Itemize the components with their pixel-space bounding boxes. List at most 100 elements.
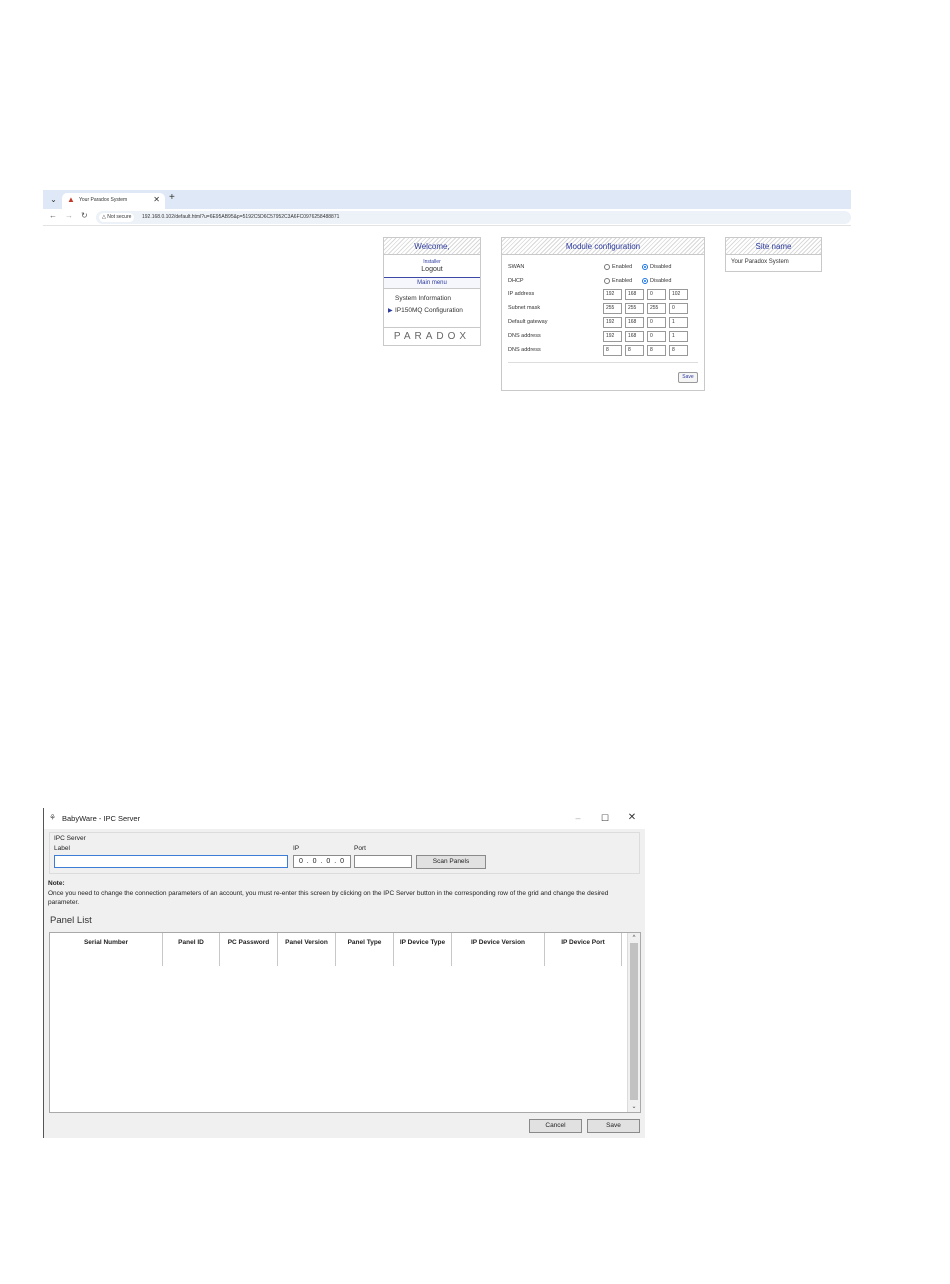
dns-address-label: DNS address bbox=[508, 333, 541, 339]
tab-title: Your Paradox System bbox=[79, 197, 128, 203]
column-header-panel-type[interactable]: Panel Type bbox=[336, 933, 394, 966]
radio-circle-selected bbox=[642, 264, 648, 270]
ipc-server-group: IPC Server Label IP Port 0 . 0 . 0 . 0 S… bbox=[49, 832, 640, 874]
column-header-serial-number[interactable]: Serial Number bbox=[50, 933, 163, 966]
window-title: BabyWare - IPC Server bbox=[62, 814, 141, 823]
menu-item-system-information[interactable]: System Information bbox=[384, 295, 480, 302]
vertical-scrollbar[interactable]: ^ ⌄ bbox=[627, 933, 640, 1112]
welcome-title: Welcome, bbox=[384, 238, 480, 255]
save-button[interactable]: Save bbox=[587, 1119, 640, 1133]
site-name-title: Site name bbox=[726, 238, 821, 255]
site-name-panel: Site name Your Paradox System bbox=[725, 237, 822, 272]
dhcp-label: DHCP bbox=[508, 278, 524, 284]
scroll-down-arrow-icon[interactable]: ⌄ bbox=[628, 1102, 640, 1112]
octet-input[interactable]: 8 bbox=[669, 345, 688, 356]
browser-screenshot: ⌄ ▲ Your Paradox System ✕ + ← → ↻ △ Not … bbox=[43, 190, 851, 395]
panel-list-title: Panel List bbox=[50, 915, 92, 926]
radio-label: Disabled bbox=[650, 264, 672, 270]
octet-input[interactable]: 1 bbox=[669, 331, 688, 342]
octet-input[interactable]: 192 bbox=[603, 331, 622, 342]
octet-input[interactable]: 1 bbox=[669, 317, 688, 328]
octet-input[interactable]: 192 bbox=[603, 289, 622, 300]
radio-label: Disabled bbox=[650, 278, 672, 284]
title-bar: ⚘ BabyWare - IPC Server – ☐ ✕ bbox=[44, 808, 645, 829]
swan-label: SWAN bbox=[508, 264, 525, 270]
octet-input[interactable]: 255 bbox=[603, 303, 622, 314]
security-chip-label: Not secure bbox=[107, 214, 132, 220]
octet-input[interactable]: 168 bbox=[625, 317, 644, 328]
octet-input[interactable]: 255 bbox=[647, 303, 666, 314]
note-title: Note: bbox=[48, 880, 65, 887]
column-header-ip-device-version[interactable]: IP Device Version bbox=[452, 933, 545, 966]
ip-address-input[interactable]: 0 . 0 . 0 . 0 bbox=[293, 855, 351, 868]
maximize-icon[interactable]: ☐ bbox=[595, 811, 615, 825]
subnet-mask-label: Subnet mask bbox=[508, 305, 541, 311]
column-header-panel-id[interactable]: Panel ID bbox=[163, 933, 220, 966]
octet-input[interactable]: 0 bbox=[647, 289, 666, 300]
module-configuration-title: Module configuration bbox=[502, 238, 704, 255]
new-tab-button[interactable]: + bbox=[169, 192, 175, 203]
reload-icon[interactable]: ↻ bbox=[81, 211, 88, 220]
octet-input[interactable]: 168 bbox=[625, 331, 644, 342]
babyware-app-icon: ⚘ bbox=[49, 813, 57, 822]
tab-bar: ⌄ ▲ Your Paradox System ✕ + bbox=[43, 190, 851, 209]
radio-label: Enabled bbox=[612, 278, 633, 284]
radio-circle bbox=[604, 264, 610, 270]
column-header-panel-version[interactable]: Panel Version bbox=[278, 933, 336, 966]
scan-panels-button[interactable]: Scan Panels bbox=[416, 855, 486, 869]
label-field-label: Label bbox=[54, 845, 70, 852]
octet-input[interactable]: 8 bbox=[603, 345, 622, 356]
security-chip[interactable]: △ Not secure bbox=[99, 213, 135, 222]
octet-input[interactable]: 0 bbox=[647, 331, 666, 342]
scroll-up-arrow-icon[interactable]: ^ bbox=[628, 933, 640, 943]
warning-icon: ▲ bbox=[67, 195, 75, 204]
octet-input[interactable]: 255 bbox=[625, 303, 644, 314]
octet-input[interactable]: 0 bbox=[647, 317, 666, 328]
panel-list-grid[interactable]: Serial Number Panel ID PC Password Panel… bbox=[49, 932, 641, 1113]
site-name-value: Your Paradox System bbox=[731, 259, 789, 265]
subnet-mask-row: Subnet mask 255 255 255 0 bbox=[508, 303, 698, 314]
octet-input[interactable]: 8 bbox=[625, 345, 644, 356]
url-text: 192.168.0.102/default.html?u=6E95AB95&p=… bbox=[142, 214, 340, 220]
octet-input[interactable]: 102 bbox=[669, 289, 688, 300]
logout-link[interactable]: Logout bbox=[384, 266, 480, 273]
forward-arrow-icon[interactable]: → bbox=[65, 211, 73, 220]
paradox-logo: PARADOX bbox=[384, 327, 480, 345]
port-input[interactable] bbox=[354, 855, 412, 868]
port-field-label: Port bbox=[354, 845, 366, 852]
address-bar[interactable]: △ Not secure 192.168.0.102/default.html?… bbox=[96, 211, 851, 224]
dhcp-row: DHCP Enabled Disabled bbox=[508, 276, 698, 287]
octet-input[interactable]: 192 bbox=[603, 317, 622, 328]
babyware-ipc-server-window: ⚘ BabyWare - IPC Server – ☐ ✕ IPC Server… bbox=[43, 808, 645, 1138]
close-icon[interactable]: ✕ bbox=[622, 811, 642, 825]
scrollbar-thumb[interactable] bbox=[630, 943, 638, 1100]
browser-toolbar: ← → ↻ △ Not secure 192.168.0.102/default… bbox=[43, 209, 851, 226]
label-input[interactable] bbox=[54, 855, 288, 868]
ip-address-label: IP address bbox=[508, 291, 535, 297]
note-text: Once you need to change the connection p… bbox=[48, 890, 609, 906]
octet-input[interactable]: 168 bbox=[625, 289, 644, 300]
close-tab-icon[interactable]: ✕ bbox=[153, 195, 160, 204]
back-arrow-icon[interactable]: ← bbox=[49, 211, 57, 220]
column-header-ip-device-type[interactable]: IP Device Type bbox=[394, 933, 452, 966]
menu-item-label: IP150MQ Configuration bbox=[395, 307, 463, 314]
dns-address-secondary-row: DNS address 8 8 8 8 bbox=[508, 345, 698, 356]
radio-circle bbox=[604, 278, 610, 284]
main-menu-header: Main menu bbox=[384, 277, 480, 289]
octet-input[interactable]: 8 bbox=[647, 345, 666, 356]
menu-item-label: System Information bbox=[395, 295, 451, 302]
cancel-button[interactable]: Cancel bbox=[529, 1119, 582, 1133]
tab-list-chevron-icon[interactable]: ⌄ bbox=[47, 193, 60, 206]
column-header-ip-device-port[interactable]: IP Device Port bbox=[545, 933, 622, 966]
module-save-button[interactable]: Save bbox=[678, 372, 698, 383]
browser-tab[interactable]: ▲ Your Paradox System ✕ bbox=[62, 193, 165, 209]
octet-input[interactable]: 0 bbox=[669, 303, 688, 314]
ip-field-label: IP bbox=[293, 845, 300, 852]
welcome-panel: Welcome, Installer Logout Main menu Syst… bbox=[383, 237, 481, 346]
radio-circle-selected bbox=[642, 278, 648, 284]
user-role: Installer bbox=[423, 259, 441, 265]
selected-arrow-icon: ▶ bbox=[388, 308, 393, 314]
menu-item-ip150mq-configuration[interactable]: ▶ IP150MQ Configuration bbox=[384, 307, 480, 314]
minimize-icon[interactable]: – bbox=[568, 811, 588, 825]
column-header-pc-password[interactable]: PC Password bbox=[220, 933, 278, 966]
